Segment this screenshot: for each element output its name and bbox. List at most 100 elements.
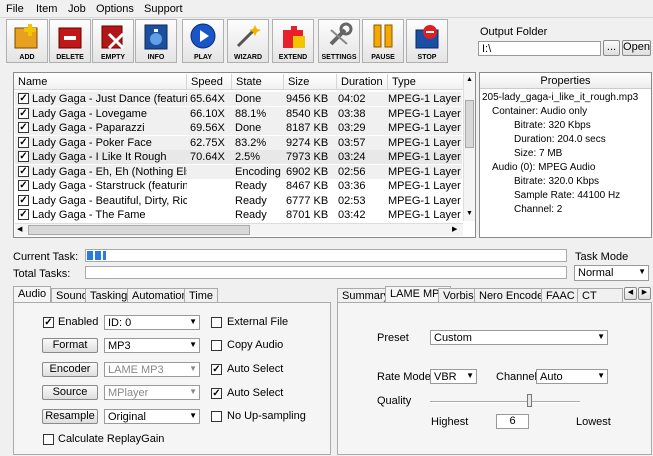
- format-select[interactable]: MP3 ▼: [104, 338, 200, 353]
- tab-tasking[interactable]: Tasking: [85, 288, 133, 303]
- row-name: Lady Gaga - I Like It Rough: [32, 151, 167, 163]
- preset-select[interactable]: Custom ▼: [430, 330, 608, 345]
- row-duration: 03:57: [338, 136, 366, 149]
- empty-icon: [101, 25, 125, 50]
- enabled-value: ID: 0: [108, 317, 132, 329]
- replaygain-checkbox[interactable]: [43, 434, 54, 445]
- delete-button[interactable]: DELETE: [49, 19, 91, 63]
- scroll-up-icon[interactable]: ▲: [466, 76, 473, 83]
- empty-label: EMPTY: [100, 54, 126, 61]
- column-speed[interactable]: Speed: [187, 74, 232, 90]
- menu-job[interactable]: Job: [68, 3, 86, 15]
- column-size[interactable]: Size: [284, 74, 337, 90]
- task-mode-select[interactable]: Normal ▼: [574, 265, 649, 281]
- play-button[interactable]: PLAY: [182, 19, 224, 63]
- enabled-checkbox[interactable]: ✓: [43, 317, 54, 328]
- rate-mode-select[interactable]: VBR ▼: [430, 369, 477, 384]
- row-checkbox[interactable]: ✓: [18, 209, 29, 220]
- source-button[interactable]: Source: [42, 385, 98, 400]
- source-select[interactable]: MPlayer ▼: [104, 385, 200, 400]
- column-name[interactable]: Name: [14, 74, 187, 90]
- scroll-left-icon[interactable]: ◀: [17, 225, 22, 233]
- add-button[interactable]: ADD: [6, 19, 48, 63]
- output-folder-input[interactable]: I:\: [478, 41, 601, 56]
- wizard-button[interactable]: WIZARD: [227, 19, 269, 63]
- external-file-checkbox[interactable]: [211, 317, 222, 328]
- table-row[interactable]: ✓ Lady Gaga - Poker Face 62.75X 83.2% 9274 K…: [15, 135, 464, 150]
- tab-faac[interactable]: FAAC: [541, 288, 580, 303]
- auto-select-encoder-checkbox[interactable]: ✓: [211, 364, 222, 375]
- row-checkbox[interactable]: ✓: [18, 180, 29, 191]
- table-row[interactable]: ✓ Lady Gaga - Beautiful, Dirty, Rich Ready…: [15, 194, 464, 208]
- enabled-select[interactable]: ID: 0 ▼: [104, 315, 200, 330]
- row-state: 83.2%: [235, 136, 267, 149]
- column-duration[interactable]: Duration: [337, 74, 388, 90]
- row-checkbox[interactable]: ✓: [18, 93, 29, 104]
- properties-file[interactable]: 205-lady_gaga-i_like_it_rough.mp3: [482, 92, 638, 103]
- channel-select[interactable]: Auto ▼: [536, 369, 608, 384]
- table-row[interactable]: ✓Lady Gaga - Eh, Eh (Nothing Else I... En…: [15, 164, 464, 179]
- properties-sample-rate: Sample Rate: 44100 Hz: [514, 190, 621, 201]
- row-checkbox[interactable]: ✓: [18, 136, 29, 148]
- row-checkbox[interactable]: ✓: [18, 107, 29, 119]
- row-name: Lady Gaga - Eh, Eh (Nothing Else I...: [32, 165, 187, 178]
- pause-button[interactable]: PAUSE: [362, 19, 404, 63]
- table-row[interactable]: ✓ Lady Gaga - Lovegame 66.10X 88.1% 8540 KB 0…: [15, 106, 464, 121]
- encoder-select[interactable]: LAME MP3 ▼: [104, 362, 200, 377]
- tab-ct-aac[interactable]: CT AAC+: [577, 288, 623, 303]
- extend-label: EXTEND: [278, 54, 308, 61]
- tab-time[interactable]: Time: [184, 288, 219, 303]
- table-row[interactable]: ✓ Lady Gaga - Paparazzi 69.56X Done 8187 KB 0…: [15, 121, 464, 135]
- scroll-right-icon[interactable]: ▶: [452, 225, 457, 233]
- row-checkbox[interactable]: ✓: [18, 122, 29, 133]
- menu-options[interactable]: Options: [96, 3, 134, 15]
- encoder-button[interactable]: Encoder: [42, 362, 98, 377]
- auto-select-source-checkbox[interactable]: ✓: [211, 388, 222, 399]
- open-button[interactable]: Open: [622, 40, 651, 56]
- row-duration: 03:38: [338, 107, 366, 120]
- table-row[interactable]: ✓Lady Gaga - Starstruck (featuring ... Re…: [15, 179, 464, 193]
- quality-slider-thumb[interactable]: [527, 394, 532, 407]
- properties-container[interactable]: Container: Audio only: [492, 106, 587, 117]
- table-row[interactable]: ✓ Lady Gaga - The Fame Ready 8701 KB 03:42 MP…: [15, 208, 464, 222]
- stop-button[interactable]: STOP: [406, 19, 448, 63]
- table-row[interactable]: ✓ Lady Gaga - I Like It Rough 70.64X 2.5% 79…: [15, 150, 464, 164]
- empty-button[interactable]: EMPTY: [92, 19, 134, 63]
- menu-item[interactable]: Item: [36, 3, 57, 15]
- encoder-value: LAME MP3: [108, 364, 164, 376]
- list-vscrollbar[interactable]: ▲ ▼: [463, 74, 475, 221]
- format-button[interactable]: Format: [42, 338, 98, 353]
- resample-button[interactable]: Resample: [42, 409, 98, 424]
- list-hscrollbar[interactable]: ◀ ▶: [15, 223, 463, 236]
- add-icon: [14, 24, 38, 49]
- file-list[interactable]: Name Speed State Size Duration Type ✓ Lad…: [13, 72, 476, 238]
- tab-scroll-left-icon[interactable]: ◀: [624, 287, 637, 300]
- list-vscroll-thumb[interactable]: [465, 100, 474, 148]
- scroll-down-icon[interactable]: ▼: [466, 210, 473, 217]
- properties-audio[interactable]: Audio (0): MPEG Audio: [492, 162, 595, 173]
- list-hscroll-thumb[interactable]: [28, 225, 250, 235]
- column-type[interactable]: Type: [388, 74, 464, 90]
- resample-select[interactable]: Original ▼: [104, 409, 200, 424]
- row-checkbox[interactable]: ✓: [18, 151, 29, 162]
- settings-button[interactable]: SETTINGS: [318, 19, 360, 63]
- row-checkbox[interactable]: ✓: [18, 194, 29, 206]
- tab-automation[interactable]: Automation: [127, 288, 193, 303]
- preset-label: Preset: [377, 332, 409, 344]
- menu-file[interactable]: File: [6, 3, 24, 15]
- copy-audio-checkbox[interactable]: [211, 340, 222, 351]
- no-upsampling-checkbox[interactable]: [211, 411, 222, 422]
- tab-vorbis[interactable]: Vorbis: [438, 288, 479, 303]
- extend-button[interactable]: EXTEND: [272, 19, 314, 63]
- tab-scroll-right-icon[interactable]: ▶: [638, 287, 651, 300]
- menu-support[interactable]: Support: [144, 3, 183, 15]
- info-button[interactable]: INFO: [135, 19, 177, 63]
- add-label: ADD: [19, 54, 35, 61]
- column-state[interactable]: State: [232, 74, 284, 90]
- quality-slider-track[interactable]: [430, 401, 580, 403]
- row-checkbox[interactable]: ✓: [18, 165, 29, 177]
- quality-value-input[interactable]: 6: [496, 414, 529, 429]
- browse-button[interactable]: ...: [603, 40, 620, 56]
- table-row[interactable]: ✓Lady Gaga - Just Dance (featuring...65.…: [15, 92, 464, 106]
- tab-audio[interactable]: Audio: [13, 286, 52, 303]
